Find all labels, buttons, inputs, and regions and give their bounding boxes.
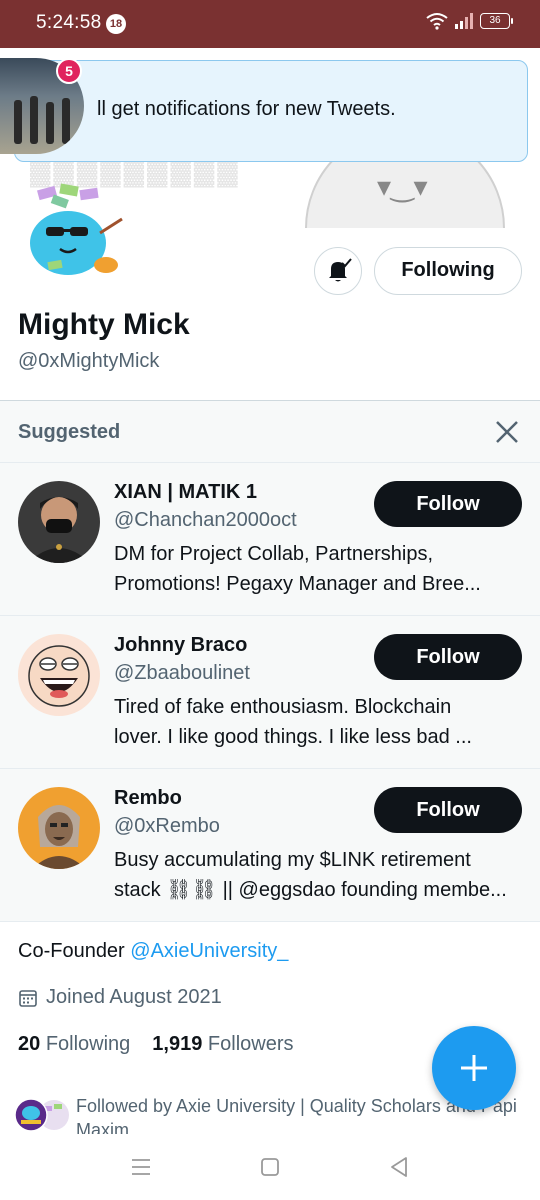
- follow-counts: 20 Following 1,919 Followers: [18, 1033, 294, 1056]
- suggested-user-bio: DM for Project Collab, Partnerships, Pro…: [114, 539, 524, 599]
- battery-icon: 36: [480, 13, 513, 29]
- profile-name: Mighty Mick: [18, 308, 190, 341]
- home-icon[interactable]: [257, 1154, 283, 1180]
- calendar-icon: [19, 989, 37, 1007]
- follow-button[interactable]: Follow: [374, 787, 522, 833]
- profile-handle: @0xMightyMick: [18, 350, 160, 372]
- suggested-user-handle: @Chanchan2000oct: [114, 509, 297, 531]
- suggested-user-handle: @Zbaaboulinet: [114, 662, 250, 684]
- follow-button[interactable]: Follow: [374, 634, 522, 680]
- status-time: 5:24:58: [36, 12, 102, 33]
- suggested-user-handle: @0xRembo: [114, 815, 220, 837]
- suggested-user-name[interactable]: Rembo: [114, 787, 182, 810]
- bio-mention-link[interactable]: @AxieUniversity_: [130, 940, 288, 962]
- profile-bio: Co-Founder @AxieUniversity_: [18, 940, 288, 963]
- wifi-icon: [426, 13, 448, 30]
- suggested-user-name[interactable]: Johnny Braco: [114, 634, 247, 657]
- suggested-user-item[interactable]: Rembo @0xRembo Busy accumulating my $LIN…: [0, 769, 540, 922]
- compose-tweet-button[interactable]: [432, 1026, 516, 1110]
- plus-icon: [461, 1055, 487, 1081]
- avatar[interactable]: [18, 634, 100, 716]
- following-button[interactable]: Following: [374, 247, 522, 295]
- bio-line: DM for Project Collab, Partnerships,: [114, 543, 434, 565]
- bio-line: Tired of fake enthousiasm. Blockchain: [114, 696, 452, 718]
- avatar[interactable]: [18, 481, 100, 563]
- sketch-face: ▾‿▾: [377, 171, 428, 202]
- followers-count-link[interactable]: 1,919 Followers: [152, 1033, 293, 1055]
- suggested-title: Suggested: [18, 421, 121, 443]
- unread-count-badge: 5: [56, 58, 82, 84]
- status-icons: 36: [426, 12, 513, 30]
- signal-icon: [455, 13, 473, 29]
- avatar-figure: [30, 96, 38, 144]
- following-count: 20: [18, 1033, 41, 1055]
- bio-line: lover. I like good things. I like less b…: [114, 726, 472, 748]
- suggested-user-bio: Busy accumulating my $LINK retirement st…: [114, 845, 524, 905]
- bio-line: Busy accumulating my $LINK retirement: [114, 849, 471, 871]
- avatar-figure: [14, 100, 22, 144]
- bio-line: stack ⛓⛓ || @eggsdao founding membe...: [114, 879, 507, 901]
- bio-line: Promotions! Pegaxy Manager and Bree...: [114, 573, 481, 595]
- suggested-section: Suggested XIAN | MATIK 1 @Chanchan2000oc…: [0, 400, 540, 922]
- bell-check-icon: [329, 258, 352, 282]
- suggested-user-name[interactable]: XIAN | MATIK 1: [114, 481, 257, 504]
- following-label: Following: [45, 1033, 131, 1055]
- joined-date: Joined August 2021: [18, 986, 222, 1009]
- tooltip-message: ll get notifications for new Tweets.: [97, 98, 396, 120]
- back-icon[interactable]: [386, 1154, 412, 1180]
- notification-count-badge: 18: [106, 14, 126, 34]
- suggested-user-item[interactable]: Johnny Braco @Zbaaboulinet Tired of fake…: [0, 616, 540, 769]
- status-bar: 5:24:58 18 36: [0, 0, 540, 48]
- notification-tooltip[interactable]: ll get notifications for new Tweets.: [14, 60, 528, 162]
- suggested-header: Suggested: [0, 401, 540, 463]
- followers-count: 1,919: [152, 1033, 203, 1055]
- menu-icon[interactable]: [128, 1154, 154, 1180]
- followed-by-avatars: [14, 1098, 69, 1132]
- notifications-bell-button[interactable]: [314, 247, 362, 295]
- suggested-user-bio: Tired of fake enthousiasm. Blockchain lo…: [114, 692, 524, 752]
- bio-text: Co-Founder: [18, 940, 131, 962]
- followers-label: Followers: [207, 1033, 294, 1055]
- follow-button[interactable]: Follow: [374, 481, 522, 527]
- avatar[interactable]: [18, 787, 100, 869]
- profile-avatar[interactable]: [18, 183, 128, 283]
- suggested-user-item[interactable]: XIAN | MATIK 1 @Chanchan2000oct DM for P…: [0, 463, 540, 616]
- system-navigation-bar: [0, 1134, 540, 1200]
- close-icon[interactable]: [492, 417, 522, 447]
- following-count-link[interactable]: 20 Following: [18, 1033, 130, 1055]
- avatar-figure: [62, 98, 70, 144]
- joined-text: Joined August 2021: [46, 986, 222, 1008]
- avatar-figure: [46, 102, 54, 144]
